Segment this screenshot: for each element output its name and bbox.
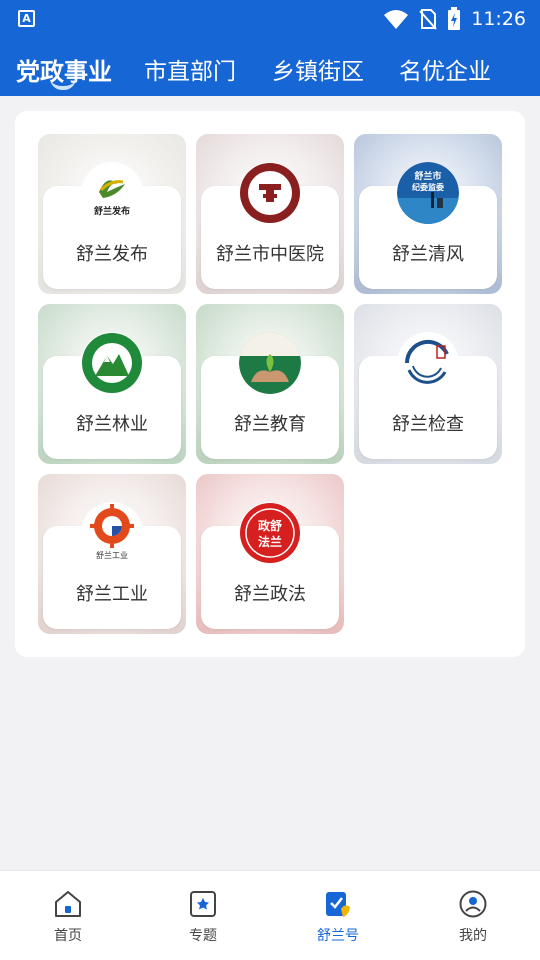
tab-shizhi[interactable]: 市直部门	[144, 52, 236, 86]
industry-logo: 舒兰工业	[81, 502, 143, 564]
svg-text:政舒: 政舒	[258, 518, 282, 533]
nav-shulan-hao[interactable]: 舒兰号	[298, 889, 378, 945]
tile-label: 舒兰清风	[392, 244, 464, 265]
profile-icon	[459, 890, 487, 918]
svg-text:法兰: 法兰	[258, 534, 282, 549]
nav-home-label: 首页	[54, 928, 82, 944]
svg-text:纪委监委: 纪委监委	[412, 182, 445, 192]
clock-time: 11:26	[471, 8, 526, 30]
tile-label: 舒兰教育	[234, 414, 306, 435]
svg-text:舒兰发布: 舒兰发布	[94, 205, 130, 217]
nav-profile-label: 我的	[459, 928, 487, 944]
active-tab-indicator	[50, 78, 76, 90]
tile-procuratorate[interactable]: 舒兰检查	[354, 304, 502, 464]
tile-label: 舒兰市中医院	[216, 244, 324, 265]
education-logo	[239, 332, 301, 394]
tab-mingyou[interactable]: 名优企业	[399, 52, 491, 86]
politics-law-logo: 政舒 法兰	[239, 502, 301, 564]
account-grid-panel: 舒兰发布 舒兰发布 舒兰市中医院 舒兰市 纪委监委 舒兰清风 舒兰林业 舒兰教育…	[15, 111, 525, 657]
bottom-navigation: 首页 专题 舒兰号 我的	[0, 870, 540, 960]
forestry-logo	[81, 332, 143, 394]
svg-text:舒兰市: 舒兰市	[414, 170, 441, 182]
tile-education[interactable]: 舒兰教育	[196, 304, 344, 464]
status-bar: A 11:26	[0, 0, 540, 38]
tile-qingfeng[interactable]: 舒兰市 纪委监委 舒兰清风	[354, 134, 502, 294]
nav-shulan-hao-label: 舒兰号	[317, 928, 359, 944]
topic-icon	[190, 891, 216, 917]
shulan-fabu-logo: 舒兰发布	[81, 162, 143, 224]
nav-topic-label: 专题	[189, 928, 217, 944]
svg-text:舒兰工业: 舒兰工业	[96, 550, 128, 560]
wifi-icon	[384, 10, 409, 29]
tab-xiangzhen[interactable]: 乡镇街区	[272, 52, 364, 86]
battery-icon	[448, 7, 461, 30]
nav-topic[interactable]: 专题	[163, 889, 243, 945]
tcm-hospital-logo	[239, 162, 301, 224]
tile-label: 舒兰林业	[76, 414, 148, 435]
nav-home[interactable]: 首页	[28, 889, 108, 945]
procuratorate-logo	[397, 332, 459, 394]
tile-label: 舒兰检查	[392, 414, 464, 435]
tile-industry[interactable]: 舒兰工业 舒兰工业	[38, 474, 186, 634]
tile-forestry[interactable]: 舒兰林业	[38, 304, 186, 464]
qingfeng-logo: 舒兰市 纪委监委	[397, 162, 459, 224]
nav-profile[interactable]: 我的	[433, 889, 513, 945]
tile-label: 舒兰发布	[76, 244, 148, 265]
no-sim-icon	[419, 9, 437, 30]
tile-shulan-fabu[interactable]: 舒兰发布 舒兰发布	[38, 134, 186, 294]
tile-label: 舒兰工业	[76, 584, 148, 605]
home-icon	[55, 891, 81, 917]
tile-politics-law[interactable]: 政舒 法兰 舒兰政法	[196, 474, 344, 634]
top-category-tabs: 党政事业 市直部门 乡镇街区 名优企业	[0, 38, 540, 96]
tile-tcm-hospital[interactable]: 舒兰市中医院	[196, 134, 344, 294]
shulan-hao-icon	[326, 892, 350, 917]
tile-label: 舒兰政法	[234, 584, 306, 605]
app-notification-icon: A	[18, 10, 35, 27]
